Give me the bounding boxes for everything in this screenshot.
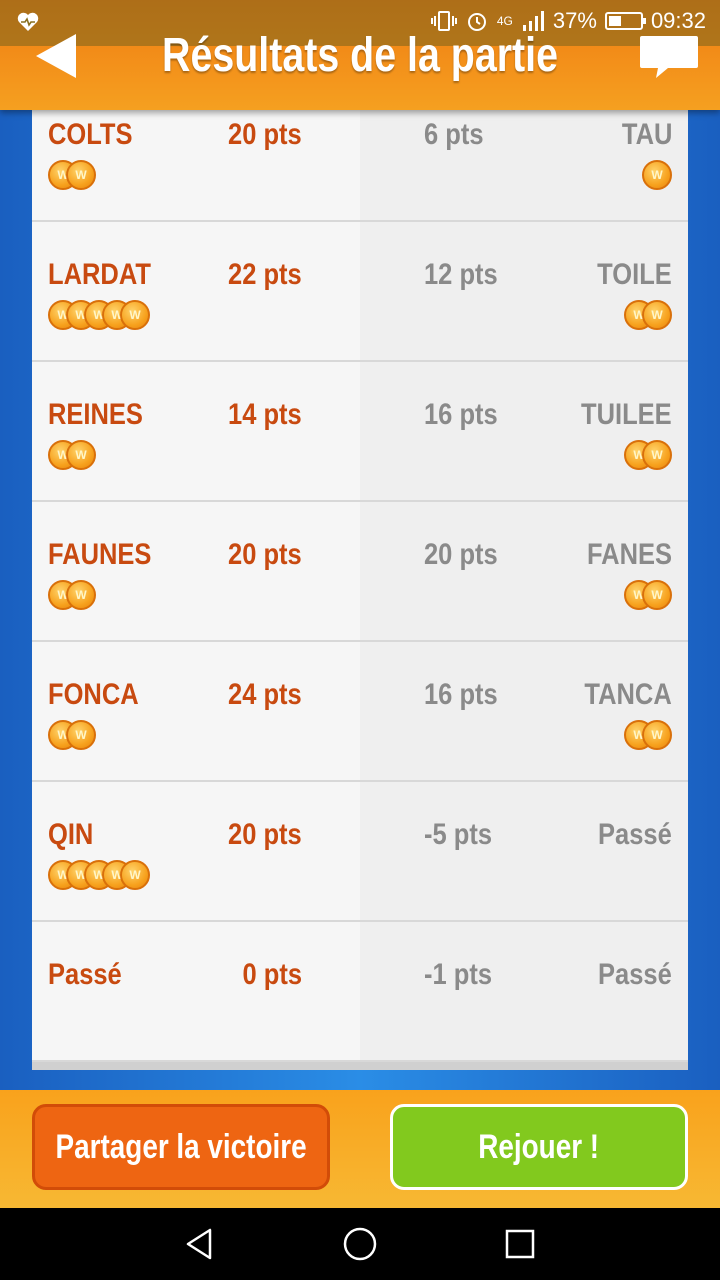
round-row: FAUNES 20 pts 20 pts FANES W W W W [32,502,688,642]
player-coins: WWWWW [48,860,150,894]
player-points: 24 pts [228,678,302,711]
player-points: 20 pts [228,818,302,851]
nav-recents-icon[interactable] [502,1226,538,1262]
footer-bar: Partager la victoire Rejouer ! [0,1090,720,1208]
opponent-points: -1 pts [424,958,493,991]
opponent-word: TAU [621,118,672,151]
opponent-points: 12 pts [424,258,498,291]
coin-icon: W [642,440,672,470]
opponent-points: 16 pts [424,398,498,431]
nav-back-icon[interactable] [182,1226,218,1262]
player-coins: WWWWW [48,300,150,334]
opponent-word: Passé [598,958,672,991]
opponent-points: -5 pts [424,818,493,851]
opponent-word: TOILE [597,258,672,291]
coin-icon: W [66,720,96,750]
network-type: 4G [496,14,513,28]
player-word: COLTS [48,118,133,151]
player-coins: WW [48,440,96,474]
coin-icon: W [642,720,672,750]
opponent-points: 16 pts [424,678,498,711]
player-word: FONCA [48,678,139,711]
opponent-word: Passé [598,818,672,851]
player-points: 14 pts [228,398,302,431]
player-coins: WW [48,160,96,194]
coin-icon: W [66,440,96,470]
share-victory-label: Partager la victoire [55,1127,307,1166]
share-victory-button[interactable]: Partager la victoire [32,1104,330,1190]
coin-icon: W [642,300,672,330]
player-coins: WW [48,580,96,614]
player-points: 20 pts [228,118,302,151]
coin-icon: W [642,580,672,610]
coin-icon: W [66,580,96,610]
round-row: Passé 0 pts -1 pts Passé [32,922,688,1062]
coin-icon: W [66,160,96,190]
player-points: 20 pts [228,538,302,571]
coin-icon: W [120,860,150,890]
opponent-word: TANCA [584,678,672,711]
player-points: 22 pts [228,258,302,291]
opponent-coins: WW [624,300,672,334]
player-points: 0 pts [242,958,302,991]
player-coins: WW [48,720,96,754]
player-word: REINES [48,398,143,431]
opponent-coins: WW [624,580,672,614]
results-list[interactable]: COLTS 20 pts 6 pts TAU W W W LARDAT 22 pts 12 pts… [32,110,688,1070]
coin-icon: W [120,300,150,330]
opponent-coins: WW [624,440,672,474]
opponent-coins: WW [624,720,672,754]
nav-home-icon[interactable] [342,1226,378,1262]
round-row: COLTS 20 pts 6 pts TAU W W W [32,110,688,222]
opponent-points: 6 pts [424,118,484,151]
player-word: FAUNES [48,538,152,571]
opponent-points: 20 pts [424,538,498,571]
opponent-word: FANES [586,538,672,571]
round-row: REINES 14 pts 16 pts TUILEE W W W W [32,362,688,502]
round-row: QIN 20 pts -5 pts Passé W W W W W [32,782,688,922]
player-word: QIN [48,818,94,851]
round-row: FONCA 24 pts 16 pts TANCA W W W W [32,642,688,782]
page-title: Résultats de la partie [162,29,558,82]
chat-bubble-icon[interactable] [638,34,700,80]
player-word: LARDAT [48,258,151,291]
round-row: LARDAT 22 pts 12 pts TOILE W W W W W W W [32,222,688,362]
replay-button[interactable]: Rejouer ! [390,1104,688,1190]
player-word: Passé [48,958,122,991]
opponent-coins: W [642,160,672,194]
coin-icon: W [642,160,672,190]
clock-time: 09:32 [650,8,706,33]
replay-label: Rejouer ! [478,1127,600,1166]
opponent-word: TUILEE [581,398,672,431]
system-nav-bar [0,1208,720,1280]
